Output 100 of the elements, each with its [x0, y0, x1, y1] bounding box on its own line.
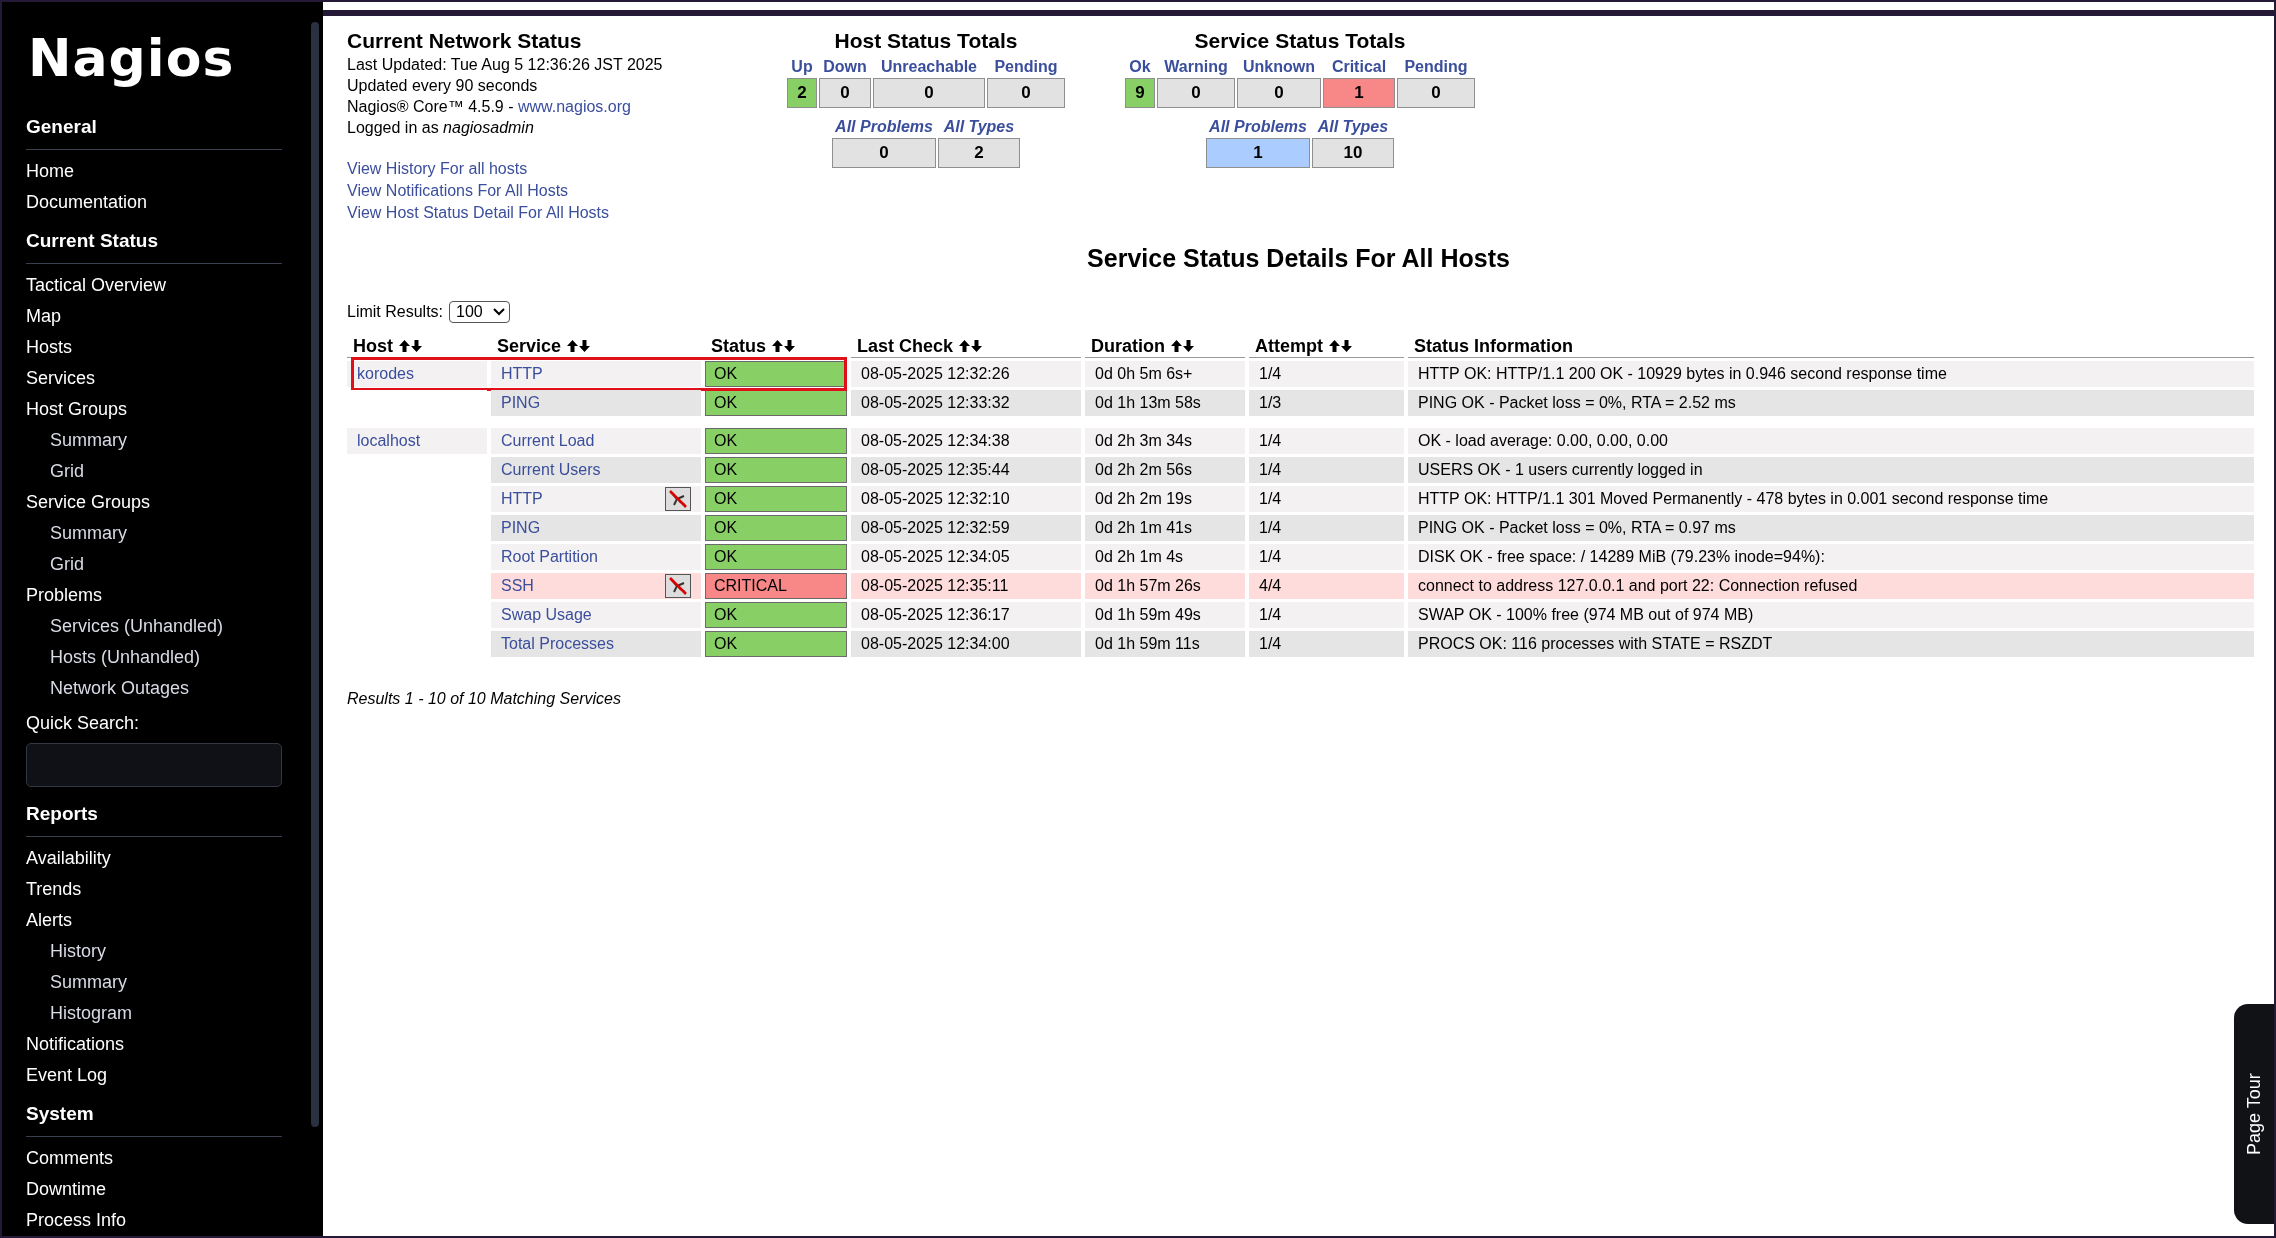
- sidebar-item[interactable]: Trends: [26, 874, 82, 905]
- totals-label[interactable]: Pending: [987, 56, 1065, 78]
- status-information: PROCS OK: 116 processes with STATE = RSZDT: [1418, 635, 1773, 652]
- scrollbar[interactable]: [311, 22, 319, 1127]
- totals-count: 2: [937, 138, 1020, 168]
- sidebar-item[interactable]: Host Groups: [26, 394, 128, 425]
- totals-label[interactable]: Pending: [1397, 56, 1475, 78]
- sidebar-item[interactable]: Tactical Overview: [26, 270, 167, 301]
- view-link[interactable]: View History For all hosts: [347, 158, 528, 180]
- column-header: Last Check: [857, 336, 954, 356]
- sidebar-heading: Current Status: [26, 226, 282, 264]
- totals-count: 9: [1125, 78, 1155, 108]
- last-check: 08-05-2025 12:36:17: [861, 606, 1010, 623]
- totals-count: 0: [1237, 78, 1321, 108]
- sidebar-item[interactable]: Alerts: [26, 905, 72, 936]
- totals-label[interactable]: All Types: [937, 116, 1020, 138]
- sort-down-icon[interactable]: [1341, 340, 1352, 352]
- search-field[interactable]: [26, 743, 282, 787]
- sidebar-item[interactable]: Process Info: [26, 1205, 127, 1236]
- sort-down-icon[interactable]: [411, 340, 422, 352]
- sidebar-item[interactable]: History: [50, 936, 106, 967]
- totals-label[interactable]: Ok: [1125, 56, 1155, 78]
- status-cell: OK: [705, 515, 847, 541]
- sidebar-item[interactable]: Map: [26, 301, 61, 332]
- sidebar-item[interactable]: Problems: [26, 580, 103, 611]
- sidebar-heading: Reports: [26, 799, 282, 837]
- duration: 0d 2h 1m 41s: [1095, 519, 1192, 536]
- sort-up-icon[interactable]: [567, 340, 579, 352]
- sort-up-icon[interactable]: [399, 340, 410, 352]
- totals-label[interactable]: Down: [819, 56, 871, 78]
- totals-label[interactable]: Warning: [1157, 56, 1235, 78]
- page-tour-button[interactable]: Page Tour: [2234, 1004, 2274, 1224]
- totals-label[interactable]: All Problems: [1206, 116, 1310, 138]
- sidebar-item[interactable]: Summary: [50, 518, 127, 549]
- status-information: DISK OK - free space: / 14289 MiB (79.23% inode=94%):: [1418, 548, 1825, 565]
- totals-count: 0: [1157, 78, 1235, 108]
- totals-label[interactable]: Unknown: [1237, 56, 1321, 78]
- sidebar-item[interactable]: Grid: [50, 456, 84, 487]
- sidebar-item[interactable]: Service Groups: [26, 487, 151, 518]
- attempt: 1/4: [1259, 365, 1282, 382]
- totals-label[interactable]: Unreachable: [873, 56, 985, 78]
- sort-up-icon[interactable]: [772, 340, 783, 352]
- sort-down-icon[interactable]: [1183, 340, 1194, 352]
- column-header: Host: [353, 336, 393, 356]
- sidebar-item[interactable]: Grid: [50, 549, 84, 580]
- last-check: 08-05-2025 12:34:05: [861, 548, 1010, 565]
- column-header: Status Information: [1414, 336, 1573, 356]
- limit-select[interactable]: 100: [449, 301, 510, 323]
- sidebar-item[interactable]: Event Log: [26, 1060, 108, 1091]
- service-link[interactable]: PING: [501, 394, 541, 412]
- status-cell: CRITICAL: [705, 573, 847, 599]
- status-cell: OK: [705, 631, 847, 657]
- sidebar-item[interactable]: Summary: [50, 967, 127, 998]
- service-link[interactable]: HTTP: [501, 365, 543, 383]
- sidebar-item[interactable]: Documentation: [26, 187, 148, 218]
- status-information: SWAP OK - 100% free (974 MB out of 974 MB): [1418, 606, 1754, 623]
- sidebar-heading: System: [26, 1099, 282, 1137]
- attempt: 4/4: [1259, 577, 1282, 594]
- status-information: PING OK - Packet loss = 0%, RTA = 0.97 ms: [1418, 519, 1736, 536]
- sidebar-item[interactable]: Comments: [26, 1143, 114, 1174]
- duration: 0d 1h 57m 26s: [1095, 577, 1201, 594]
- sort-down-icon[interactable]: [971, 340, 983, 352]
- last-check: 08-05-2025 12:33:32: [861, 394, 1010, 411]
- last-check: 08-05-2025 12:32:59: [861, 519, 1010, 536]
- attempt: 1/4: [1259, 432, 1282, 449]
- sidebar-item[interactable]: Hosts: [26, 332, 72, 363]
- website-link[interactable]: www.nagios.org: [517, 98, 631, 115]
- totals-label[interactable]: All Types: [1311, 116, 1394, 138]
- sort-down-icon[interactable]: [784, 340, 795, 352]
- totals-count: 0: [832, 138, 936, 168]
- sidebar-item[interactable]: Histogram: [50, 998, 133, 1029]
- duration: 0d 1h 59m 49s: [1095, 606, 1201, 623]
- sidebar-item[interactable]: Network Outages: [50, 673, 190, 704]
- view-link[interactable]: View Notifications For All Hosts: [347, 180, 569, 202]
- totals-label[interactable]: Critical: [1323, 56, 1395, 78]
- sort-down-icon[interactable]: [579, 340, 591, 352]
- sidebar-item[interactable]: Summary: [50, 425, 127, 456]
- sidebar-item[interactable]: Home: [26, 156, 74, 187]
- totals-label[interactable]: Up: [787, 56, 817, 78]
- sort-up-icon[interactable]: [959, 340, 971, 352]
- sidebar-item[interactable]: Downtime: [26, 1174, 107, 1205]
- logo[interactable]: Nagios: [28, 28, 235, 88]
- last-updated: Last Updated: Tue Aug 5 12:36:26 JST 2025: [347, 55, 663, 75]
- service-link[interactable]: PING: [501, 519, 541, 537]
- sidebar-item[interactable]: Hosts (Unhandled): [50, 642, 201, 673]
- sidebar-item[interactable]: Services (Unhandled): [50, 611, 224, 642]
- totals-label[interactable]: All Problems: [832, 116, 936, 138]
- last-check: 08-05-2025 12:35:11: [861, 577, 1009, 594]
- totals-count: 2: [787, 78, 817, 108]
- sidebar-item[interactable]: Notifications: [26, 1029, 125, 1060]
- sort-up-icon[interactable]: [1329, 340, 1340, 352]
- attempt: 1/4: [1259, 635, 1282, 652]
- totals-title: Service Status Totals: [1194, 28, 1406, 54]
- sidebar-item[interactable]: Availability: [26, 843, 111, 874]
- view-link[interactable]: View Host Status Detail For All Hosts: [347, 202, 610, 224]
- sidebar-item[interactable]: Services: [26, 363, 96, 394]
- status-cell: OK: [705, 390, 847, 416]
- totals-count: 1: [1323, 78, 1395, 108]
- sort-up-icon[interactable]: [1171, 340, 1182, 352]
- duration: 0d 2h 2m 19s: [1095, 490, 1192, 507]
